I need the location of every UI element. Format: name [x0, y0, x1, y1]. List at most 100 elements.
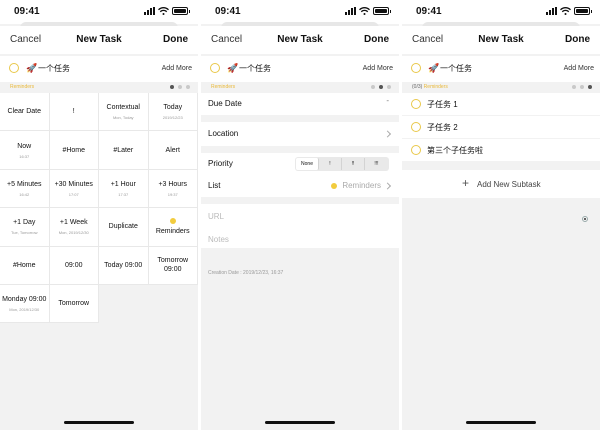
signal-icon: [345, 7, 356, 15]
quick-action-cell[interactable]: +1 Hour 17:37: [99, 169, 149, 209]
priority-row: Priority None!!!!!!: [201, 153, 399, 175]
nav-bar: Cancel New Task Done: [0, 26, 198, 54]
list-tag: Reminders: [211, 84, 236, 90]
quick-action-cell[interactable]: Alert: [148, 131, 198, 170]
quick-action-cell[interactable]: Clear Date: [0, 93, 50, 132]
quick-action-label: Today 09:00: [104, 261, 143, 269]
quick-action-sublabel: Tue, Tomorrow: [11, 230, 38, 236]
quick-action-sublabel: 16:37: [19, 153, 30, 159]
add-subtask-button[interactable]: + Add New Subtask: [402, 170, 600, 198]
quick-action-cell[interactable]: Duplicate: [99, 208, 149, 247]
notes-field[interactable]: Notes: [208, 235, 229, 244]
done-button[interactable]: Done: [163, 34, 188, 45]
battery-icon: [373, 7, 391, 15]
empty-cell: [99, 284, 149, 324]
subtask-row[interactable]: 子任务 2: [402, 116, 600, 138]
quick-action-cell[interactable]: !: [49, 93, 99, 132]
task-checkbox[interactable]: [411, 63, 421, 73]
page-dots-indicator[interactable]: [170, 85, 190, 89]
subtask-row[interactable]: 子任务 1: [402, 93, 600, 115]
quick-action-sublabel: Mon, Today: [112, 115, 134, 121]
quick-action-label: Tomorrow: [58, 300, 90, 308]
location-label: Location: [208, 129, 239, 138]
priority-option[interactable]: !!!: [365, 158, 388, 170]
quick-action-cell[interactable]: Contextual Mon, Today: [99, 93, 149, 132]
list-tag: Reminders: [423, 84, 448, 90]
quick-action-cell[interactable]: Monday 09:00 Mon, 2019/12/30: [0, 284, 50, 324]
quick-action-cell[interactable]: +1 Week Mon, 2019/12/30: [49, 208, 99, 247]
done-button[interactable]: Done: [565, 34, 590, 45]
quick-action-label: Alert: [165, 146, 180, 154]
quick-action-cell[interactable]: +1 Day Tue, Tomorrow: [0, 208, 50, 247]
quick-action-sublabel: 16:42: [19, 191, 30, 197]
quick-action-label: Duplicate: [108, 223, 138, 231]
screen-subtasks: 09:41 Cancel New Task Done 🚀 一个任务 Add Mo…: [402, 0, 600, 430]
quick-action-cell[interactable]: #Later: [99, 131, 149, 170]
location-row[interactable]: Location: [201, 122, 399, 146]
quick-action-cell[interactable]: +3 Hours 19:37: [148, 169, 198, 209]
task-title-row: 🚀 一个任务 Add More: [201, 56, 399, 82]
due-date-row[interactable]: Due Date -: [201, 93, 399, 115]
list-row[interactable]: List Reminders: [201, 175, 399, 197]
add-more-button[interactable]: Add More: [564, 65, 594, 72]
quick-action-label: +5 Minutes: [7, 180, 42, 188]
quick-action-sublabel: Mon, 2019/12/30: [9, 307, 40, 313]
quick-action-cell[interactable]: Tomorrow 09:00: [148, 246, 198, 285]
add-more-button[interactable]: Add More: [363, 65, 393, 72]
quick-action-cell[interactable]: Reminders: [148, 208, 198, 247]
priority-label: Priority: [208, 159, 233, 168]
home-indicator: [466, 421, 536, 424]
quick-action-sublabel: 19:37: [167, 191, 178, 197]
battery-icon: [172, 7, 190, 15]
due-date-value: -: [386, 96, 389, 105]
subtask-row[interactable]: 第三个子任务啦: [402, 139, 600, 161]
done-button[interactable]: Done: [364, 34, 389, 45]
radio-dot-icon[interactable]: [582, 216, 588, 222]
quick-action-cell[interactable]: Today 2019/12/23: [148, 93, 198, 132]
quick-action-cell[interactable]: #Home: [0, 246, 50, 285]
quick-action-cell[interactable]: +30 Minutes 17:07: [49, 169, 99, 209]
quick-action-sublabel: Mon, 2019/12/30: [58, 230, 89, 236]
priority-option[interactable]: !!: [342, 158, 365, 170]
quick-action-cell[interactable]: Now 16:37: [0, 131, 50, 170]
priority-option[interactable]: !: [319, 158, 342, 170]
quick-action-sublabel: 17:37: [118, 191, 129, 197]
subtask-label: 子任务 2: [427, 123, 458, 132]
subtask-checkbox[interactable]: [411, 122, 421, 132]
list-label: List: [208, 181, 221, 190]
subtask-checkbox[interactable]: [411, 99, 421, 109]
home-indicator: [265, 421, 335, 424]
quick-action-label: 09:00: [64, 261, 83, 269]
list-value: Reminders: [331, 181, 381, 190]
status-time: 09:41: [416, 6, 442, 17]
quick-action-cell[interactable]: Tomorrow: [49, 284, 99, 324]
status-time: 09:41: [215, 6, 241, 17]
page-dots-indicator[interactable]: [371, 85, 391, 89]
task-checkbox[interactable]: [9, 63, 19, 73]
url-field[interactable]: URL: [208, 212, 224, 221]
quick-action-cell[interactable]: Today 09:00: [99, 246, 149, 285]
priority-segmented-control: None!!!!!!: [295, 157, 389, 171]
page-dots-indicator[interactable]: [572, 85, 592, 89]
quick-action-cell[interactable]: #Home: [49, 131, 99, 170]
quick-action-cell[interactable]: 09:00: [49, 246, 99, 285]
status-time: 09:41: [14, 6, 40, 17]
priority-option[interactable]: None: [296, 158, 319, 170]
quick-action-sublabel: 17:07: [68, 191, 79, 197]
quick-action-label: Reminders: [155, 227, 190, 235]
subtask-checkbox[interactable]: [411, 145, 421, 155]
quick-action-label: #Home: [12, 261, 36, 269]
wifi-icon: [560, 7, 571, 15]
add-more-button[interactable]: Add More: [162, 65, 192, 72]
task-title-input[interactable]: 一个任务: [38, 63, 70, 74]
task-checkbox[interactable]: [210, 63, 220, 73]
rocket-icon: 🚀: [428, 63, 440, 73]
plus-icon: +: [462, 176, 470, 190]
home-indicator: [64, 421, 134, 424]
quick-action-label: Contextual: [106, 104, 140, 112]
quick-action-cell[interactable]: +5 Minutes 16:42: [0, 169, 50, 209]
quick-action-sublabel: 2019/12/23: [162, 115, 183, 121]
task-title-input[interactable]: 一个任务: [440, 63, 472, 74]
task-title-input[interactable]: 一个任务: [239, 63, 271, 74]
quick-actions-grid: Clear Date! Contextual Mon, Today Today 2019…: [0, 93, 198, 324]
